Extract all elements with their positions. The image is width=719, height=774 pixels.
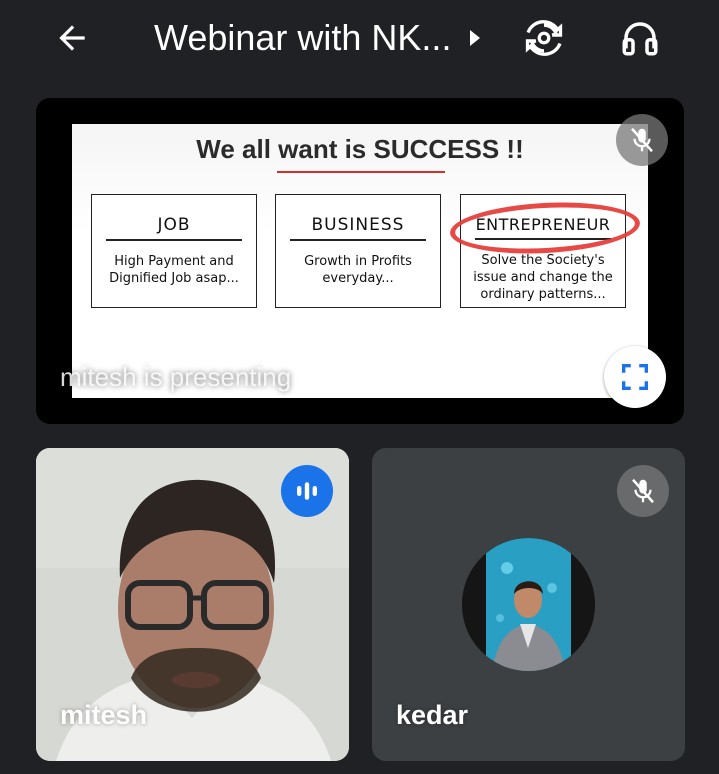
switch-camera-icon: [525, 20, 563, 56]
slide-box-business: BUSINESS Growth in Profits everyday...: [275, 194, 441, 308]
shared-slide: We all want is SUCCESS !! JOB High Payme…: [72, 124, 648, 398]
participant-muted-indicator: [617, 465, 669, 517]
switch-camera-button[interactable]: [518, 12, 570, 64]
mic-off-icon: [631, 127, 653, 153]
fullscreen-button[interactable]: [604, 346, 666, 408]
slide-title-underline: [277, 171, 445, 173]
back-button[interactable]: [48, 14, 96, 62]
participant-name: kedar: [396, 700, 469, 730]
avatar: [462, 538, 595, 671]
slide-title: We all want is SUCCESS !!: [196, 134, 524, 164]
presentation-tile[interactable]: We all want is SUCCESS !! JOB High Payme…: [36, 98, 684, 424]
slide-box-text: Growth in Profits everyday...: [304, 253, 412, 286]
participant-tile-kedar[interactable]: kedar: [372, 448, 685, 761]
slide-box-job: JOB High Payment and Dignified Job asap.…: [91, 194, 257, 308]
arrow-back-icon: [59, 25, 85, 51]
slide-box-text: High Payment and Dignified Job asap...: [109, 253, 239, 286]
slide-box-text: Solve the Society's issue and change the…: [473, 252, 613, 302]
presenter-muted-indicator: [616, 114, 668, 166]
slide-box-heading: JOB: [157, 215, 191, 235]
slide-box-divider: [106, 239, 242, 241]
slide-box-divider: [290, 239, 426, 241]
participant-tile-mitesh[interactable]: mitesh: [36, 448, 349, 761]
speaking-icon: [297, 482, 317, 500]
caret-right-icon[interactable]: [462, 26, 486, 50]
participant-name: mitesh: [60, 700, 148, 730]
presenter-label: mitesh is presenting: [60, 362, 292, 392]
mic-off-icon: [632, 478, 654, 504]
fullscreen-icon: [621, 363, 649, 391]
audio-output-button[interactable]: [614, 12, 666, 64]
speaking-indicator: [281, 465, 333, 517]
slide-box-heading: BUSINESS: [311, 215, 405, 235]
headphones-icon: [622, 22, 658, 56]
top-bar: Webinar with NK...: [0, 0, 719, 80]
avatar-photo: [462, 538, 595, 671]
meeting-title[interactable]: Webinar with NK...: [154, 14, 451, 62]
